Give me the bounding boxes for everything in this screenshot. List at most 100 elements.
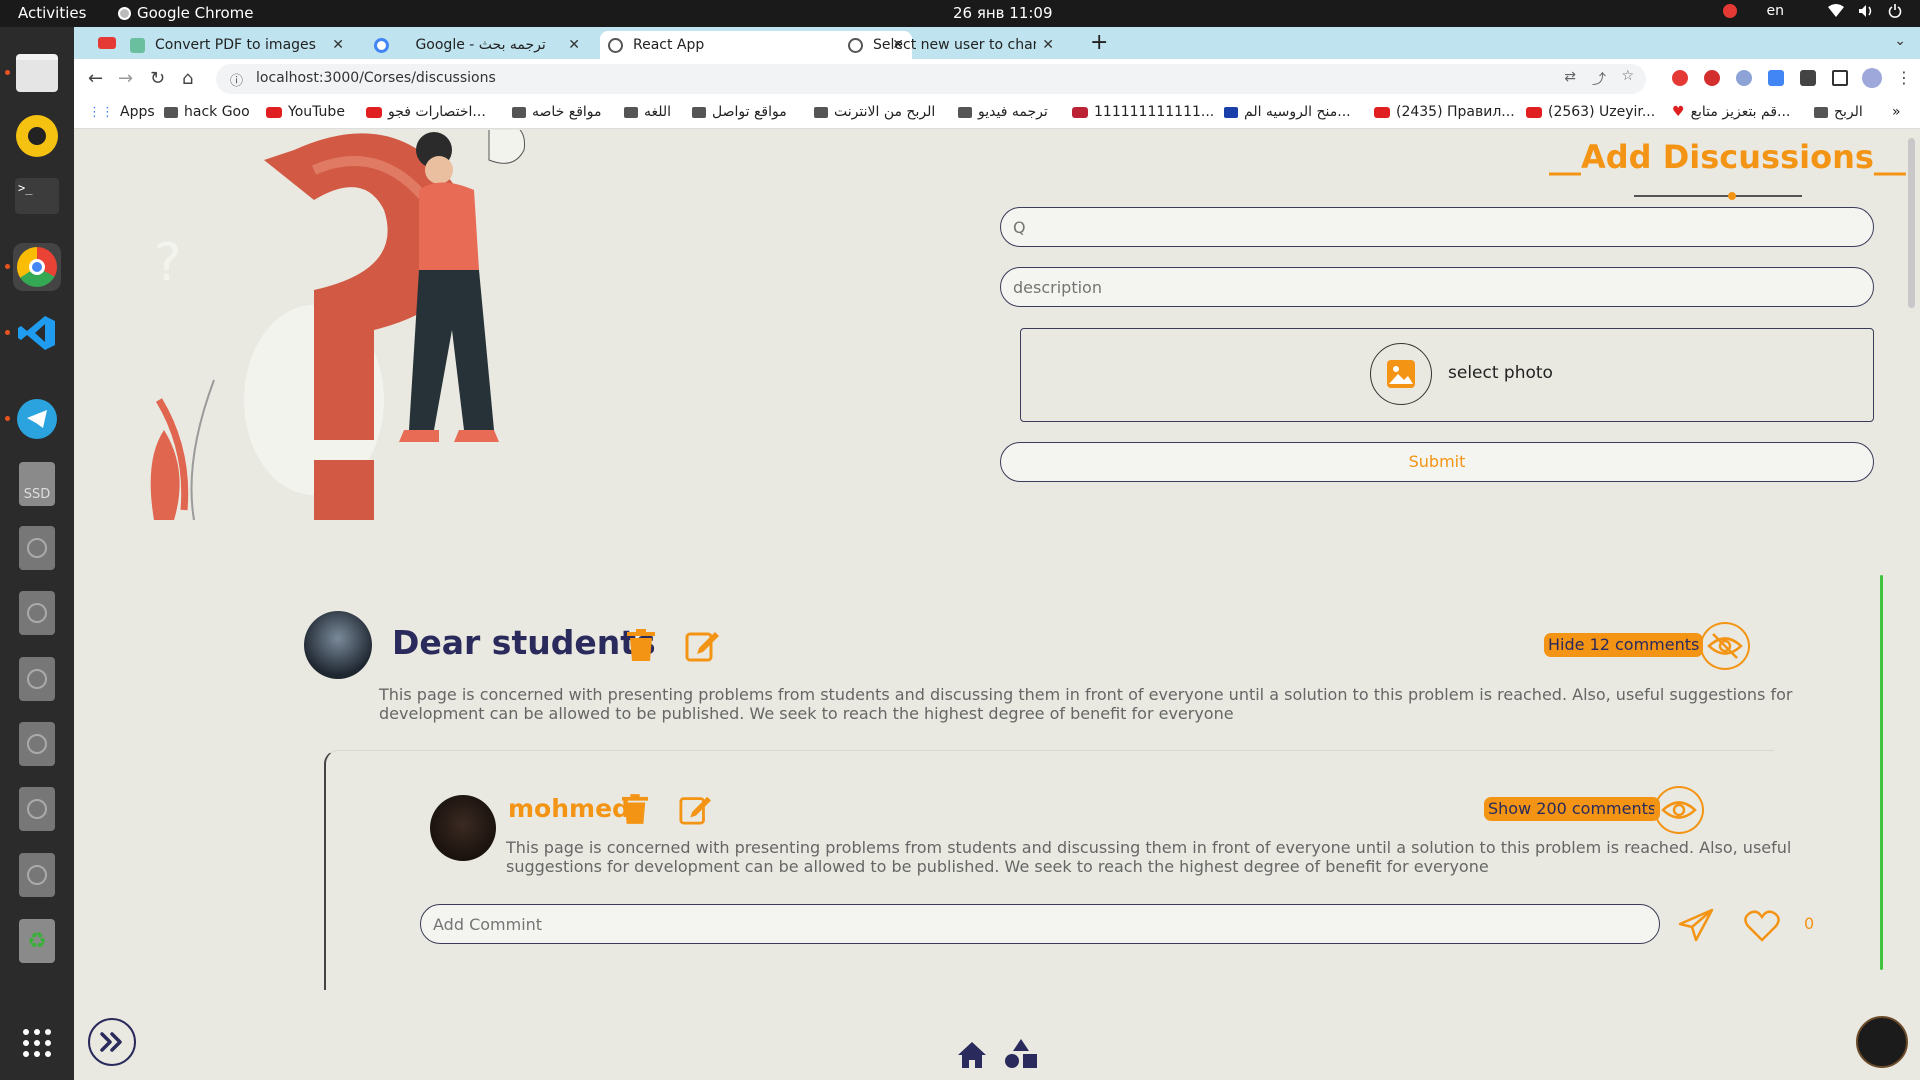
show-apps-icon[interactable]: [13, 1019, 61, 1067]
bookmark-folder[interactable]: hack Goo: [164, 104, 250, 120]
extensions-puzzle-icon[interactable]: [1800, 70, 1816, 86]
tab-strip: Convert PDF to images ✕ Google - ترجمه ب…: [74, 27, 1920, 59]
bookmark-youtube[interactable]: (2563) Uzeyir...: [1526, 104, 1655, 120]
app-menu[interactable]: Google Chrome: [118, 4, 254, 22]
bookmark-star-icon[interactable]: ☆: [1621, 68, 1634, 84]
user-avatar[interactable]: [1856, 1016, 1908, 1068]
close-icon[interactable]: ✕: [332, 37, 344, 53]
home-nav-button[interactable]: [956, 1040, 988, 1070]
profile-avatar[interactable]: [1862, 68, 1882, 88]
trash-icon[interactable]: ♻: [13, 917, 61, 965]
telegram-dock-icon[interactable]: [5, 395, 61, 443]
heart-icon: ♥: [1672, 104, 1685, 120]
system-tray[interactable]: en: [1722, 3, 1903, 19]
bookmark-link[interactable]: منح الروسيه الم...: [1224, 104, 1351, 120]
chrome-dock-icon[interactable]: [5, 243, 61, 291]
edit-comment-button[interactable]: [678, 792, 712, 826]
address-bar[interactable]: ⓘ localhost:3000/Corses/discussions ⇄ ⤴ …: [216, 64, 1646, 94]
hide-comments-button[interactable]: Hide 12 comments: [1544, 633, 1704, 657]
vscode-dock-icon[interactable]: [5, 309, 61, 357]
extension-icon-3[interactable]: [1736, 70, 1752, 86]
bookmarks-bar: ⋮⋮ Apps hack Goo YouTube اختصارات فجو... …: [74, 99, 1920, 129]
tab-select-user[interactable]: Select new user to chang ✕: [840, 31, 1062, 59]
bookmark-folder[interactable]: ترجمه فيديو: [958, 104, 1048, 120]
delete-post-button[interactable]: [624, 627, 658, 663]
edit-post-button[interactable]: [684, 627, 720, 663]
more-bookmarks-icon[interactable]: »: [1892, 104, 1901, 120]
send-comment-button[interactable]: [1676, 906, 1716, 944]
apps-grid-icon: ⋮⋮: [88, 104, 114, 120]
page-content: c ? ¿ __Add Discussions__ select photo S…: [74, 130, 1920, 1080]
tab-google-translate[interactable]: Google - ترجمه بحث ✕: [366, 31, 588, 59]
bookmark-folder[interactable]: مواقع تواصل: [692, 104, 787, 120]
image-icon[interactable]: [1370, 343, 1432, 405]
drive-icon-5[interactable]: [13, 785, 61, 833]
globe-icon: [848, 37, 863, 53]
google-icon: [374, 37, 389, 53]
svg-text:c: c: [174, 130, 196, 138]
bookmark-folder[interactable]: اللغه: [624, 104, 671, 120]
description-input[interactable]: [1000, 267, 1874, 307]
tab-list-icon[interactable]: ⌄: [1894, 33, 1906, 49]
activities-button[interactable]: Activities: [18, 4, 86, 22]
drive-icon-2[interactable]: [13, 589, 61, 637]
bookmark-apps[interactable]: ⋮⋮ Apps: [88, 104, 155, 120]
bookmark-youtube[interactable]: YouTube: [266, 104, 345, 120]
reload-button[interactable]: ↻: [150, 68, 165, 89]
expand-sidebar-button[interactable]: [88, 1018, 136, 1066]
submit-button[interactable]: Submit: [1000, 442, 1874, 482]
chrome-tray-icon[interactable]: [1722, 4, 1737, 18]
post-description: This page is concerned with presenting p…: [379, 685, 1793, 723]
drive-icon-6[interactable]: [13, 851, 61, 899]
drive-icon-4[interactable]: [13, 720, 61, 768]
shapes-nav-button[interactable]: [1004, 1038, 1038, 1070]
question-illustration: c ? ¿: [150, 130, 526, 520]
youtube-icon: [266, 106, 282, 118]
close-icon[interactable]: ✕: [1042, 37, 1054, 53]
bookmark-folder[interactable]: مواقع خاصه: [512, 104, 602, 120]
menu-kebab-icon[interactable]: ⋮: [1896, 68, 1912, 87]
translate-extension-icon[interactable]: [1768, 70, 1784, 86]
drive-icon-3[interactable]: [13, 655, 61, 703]
translate-icon[interactable]: ⇄: [1564, 69, 1576, 85]
clock[interactable]: 26 янв 11:09: [953, 4, 1053, 22]
svg-text:?: ?: [154, 233, 182, 293]
select-photo-label[interactable]: select photo: [1448, 363, 1553, 383]
language-indicator[interactable]: en: [1767, 3, 1785, 19]
close-icon[interactable]: ✕: [568, 37, 580, 53]
bookmark-folder[interactable]: الربح: [1814, 104, 1863, 120]
bookmark-link[interactable]: 111111111111...: [1072, 104, 1214, 120]
extension-icon-2[interactable]: [1704, 70, 1720, 86]
bookmark-folder[interactable]: الربح من الانترنت: [814, 104, 935, 120]
page-scrollbar[interactable]: [1906, 130, 1918, 970]
ssd-drive-icon[interactable]: SSD: [13, 460, 61, 508]
info-icon[interactable]: ⓘ: [230, 70, 243, 89]
extension-icon-1[interactable]: [1672, 70, 1688, 86]
add-comment-input[interactable]: [420, 904, 1660, 944]
bookmark-link[interactable]: اختصارات فجو...: [366, 104, 486, 120]
select-photo-area[interactable]: [1020, 328, 1874, 422]
like-button[interactable]: [1742, 908, 1782, 944]
forward-button[interactable]: →: [118, 68, 133, 89]
question-input[interactable]: [1000, 207, 1874, 247]
back-button[interactable]: ←: [88, 68, 103, 89]
tab-convert-pdf[interactable]: Convert PDF to images ✕: [122, 31, 352, 59]
delete-comment-button[interactable]: [620, 792, 650, 826]
tab-search-icon[interactable]: [98, 37, 116, 49]
new-tab-button[interactable]: +: [1090, 30, 1108, 55]
terminal-dock-icon[interactable]: >_: [13, 172, 61, 220]
side-panel-icon[interactable]: [1832, 70, 1848, 86]
share-icon[interactable]: ⤴: [1592, 69, 1606, 89]
bookmark-youtube[interactable]: (2435) Правил...: [1374, 104, 1515, 120]
rhythmbox-dock-icon[interactable]: [13, 112, 61, 160]
home-button[interactable]: ⌂: [182, 68, 193, 89]
eye-slash-icon[interactable]: [1700, 622, 1750, 670]
drive-icon-1[interactable]: [13, 524, 61, 572]
dock: >_ SSD ♻: [0, 27, 74, 1080]
like-count: 0: [1804, 914, 1815, 933]
folder-icon: [814, 106, 828, 118]
show-comments-button[interactable]: Show 200 comments: [1484, 797, 1661, 821]
eye-icon[interactable]: [1654, 786, 1704, 834]
bookmark-link[interactable]: ♥ قم بتعزيز متابع...: [1672, 104, 1790, 120]
files-dock-icon[interactable]: [5, 49, 61, 97]
